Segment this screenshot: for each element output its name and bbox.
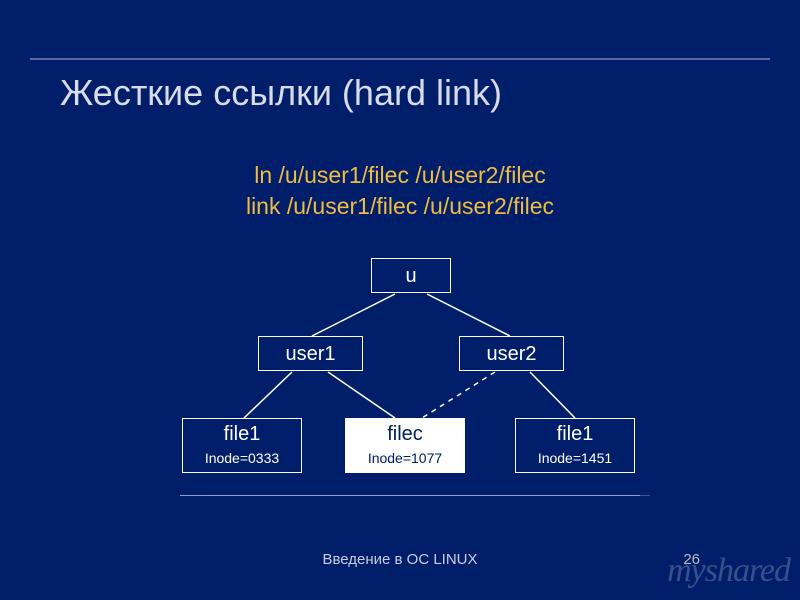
file-name: file1 <box>183 423 301 446</box>
tree-connectors <box>0 258 800 558</box>
command-line-1: ln /u/user1/filec /u/user2/filec <box>0 160 800 191</box>
tree-diagram: u user1 user2 file1 Inode=0333 filec Ino… <box>0 258 800 558</box>
node-root-u: u <box>371 258 451 293</box>
top-divider <box>30 58 770 60</box>
leaf-file1-left: file1 Inode=0333 <box>182 418 302 473</box>
slide-title: Жесткие ссылки (hard link) <box>60 72 502 114</box>
node-user2: user2 <box>459 336 564 371</box>
node-label: u <box>405 265 416 287</box>
node-label: user1 <box>285 343 335 365</box>
command-line-2: link /u/user1/filec /u/user2/filec <box>0 191 800 222</box>
node-label: user2 <box>486 343 536 365</box>
file-name: file1 <box>516 423 634 446</box>
diagram-bottom-rule <box>180 495 650 496</box>
file-name: filec <box>346 423 464 446</box>
watermark: myshared <box>667 552 790 590</box>
leaf-file1-right: file1 Inode=1451 <box>515 418 635 473</box>
leaf-filec: filec Inode=1077 <box>345 418 465 473</box>
inode-label: Inode=1451 <box>516 450 634 466</box>
inode-label: Inode=0333 <box>183 450 301 466</box>
inode-label: Inode=1077 <box>346 450 464 466</box>
command-block: ln /u/user1/filec /u/user2/filec link /u… <box>0 160 800 222</box>
node-user1: user1 <box>258 336 363 371</box>
